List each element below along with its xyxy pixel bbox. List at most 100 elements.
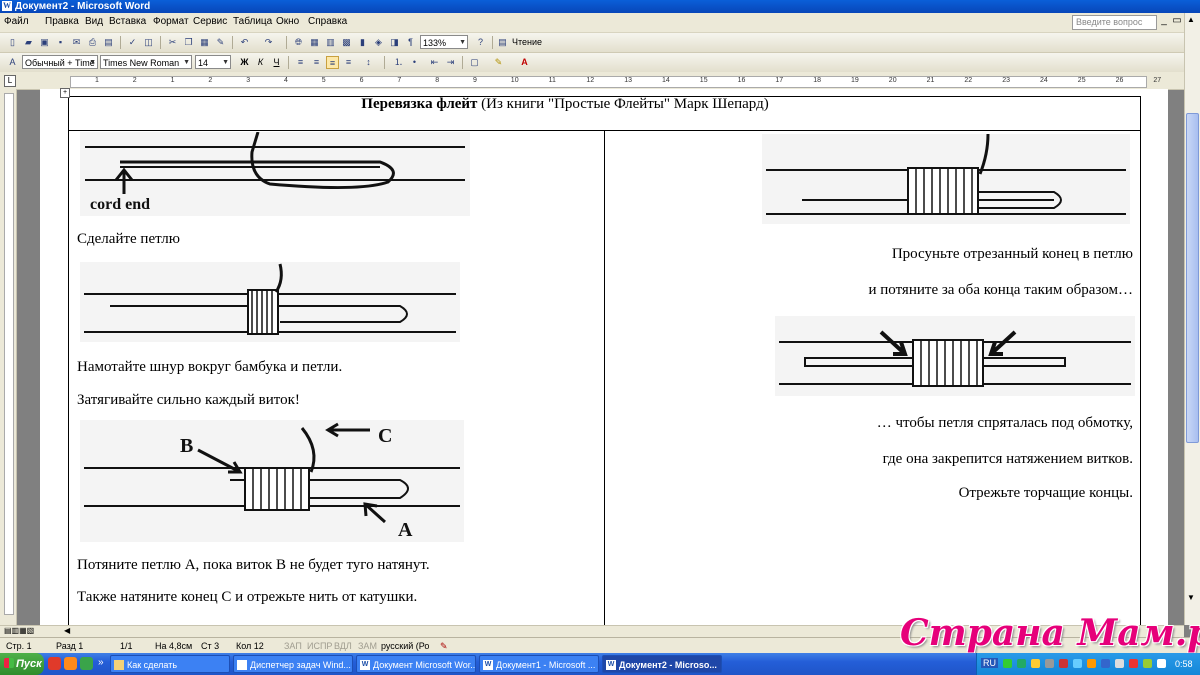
- font-select[interactable]: Times New Roman ▼: [100, 55, 192, 69]
- opera-icon[interactable]: [48, 657, 61, 670]
- menu-file[interactable]: Файл: [4, 16, 29, 27]
- styles-pane-icon[interactable]: A: [6, 56, 19, 69]
- tray-app-icon[interactable]: [1101, 659, 1110, 668]
- volume-icon[interactable]: [1157, 659, 1166, 668]
- chrome-icon[interactable]: [80, 657, 93, 670]
- align-center-icon[interactable]: ≡: [310, 56, 323, 69]
- tray-app-icon[interactable]: [1045, 659, 1054, 668]
- menu-format[interactable]: Формат: [153, 16, 189, 27]
- save-icon[interactable]: ▣: [38, 36, 51, 49]
- numbering-icon[interactable]: ⒈: [392, 56, 405, 69]
- tray-app-icon[interactable]: [1059, 659, 1068, 668]
- highlight-icon[interactable]: ✎: [492, 56, 505, 69]
- research-icon[interactable]: ◫: [142, 36, 155, 49]
- style-select[interactable]: Обычный + Time ▼: [22, 55, 98, 69]
- bold-button[interactable]: Ж: [238, 56, 251, 69]
- tray-app-icon[interactable]: [1017, 659, 1026, 668]
- status-rec[interactable]: ЗАП: [284, 638, 302, 654]
- status-ext[interactable]: ВДЛ: [334, 638, 352, 654]
- vertical-scrollbar[interactable]: ▲ ▼: [1184, 13, 1200, 625]
- tray-app-icon[interactable]: [1143, 659, 1152, 668]
- firefox-icon[interactable]: [64, 657, 77, 670]
- menu-edit[interactable]: Правка: [45, 16, 79, 27]
- decrease-indent-icon[interactable]: ⇤: [428, 56, 441, 69]
- permission-icon[interactable]: ▪: [54, 36, 67, 49]
- menu-window[interactable]: Окно: [276, 16, 299, 27]
- open-icon[interactable]: ▰: [22, 36, 35, 49]
- align-right-icon[interactable]: ≡: [326, 56, 339, 69]
- step-pull-end-c: Также натяните конец С и отрежьте нить о…: [77, 589, 418, 605]
- format-painter-icon[interactable]: ✎: [214, 36, 227, 49]
- align-left-icon[interactable]: ≡: [294, 56, 307, 69]
- redo-icon[interactable]: ↷: [262, 36, 275, 49]
- show-hide-icon[interactable]: ¶: [404, 36, 417, 49]
- tray-app-icon[interactable]: [1087, 659, 1096, 668]
- menu-table[interactable]: Таблица: [233, 16, 272, 27]
- print-preview-icon[interactable]: ▤: [102, 36, 115, 49]
- copy-icon[interactable]: ❐: [182, 36, 195, 49]
- horizontal-ruler[interactable]: L 1 2 1 2 3 4 5 6 7 8 9 10 11 12 13 14 15 16 17 18 19 20 21 22 2…: [0, 72, 1200, 90]
- columns-icon[interactable]: ▮: [356, 36, 369, 49]
- scrollbar-thumb[interactable]: [1186, 113, 1199, 443]
- font-color-icon[interactable]: A: [518, 56, 531, 69]
- print-icon[interactable]: ⎙: [86, 36, 99, 49]
- word-app-icon[interactable]: W: [2, 1, 12, 11]
- read-mode-icon[interactable]: ▤: [496, 36, 509, 49]
- menu-tools[interactable]: Сервис: [193, 16, 227, 27]
- borders-icon[interactable]: ▢: [468, 56, 481, 69]
- clock[interactable]: 0:58: [1175, 653, 1193, 675]
- language-indicator[interactable]: RU: [981, 658, 998, 668]
- vertical-ruler[interactable]: [0, 89, 17, 625]
- task-document1[interactable]: W Документ1 - Microsoft ...: [479, 655, 599, 673]
- underline-button[interactable]: Ч: [270, 56, 283, 69]
- minimize-doc-icon[interactable]: _: [1158, 15, 1170, 27]
- cut-icon[interactable]: ✂: [166, 36, 179, 49]
- italic-button[interactable]: К: [254, 56, 267, 69]
- tray-app-icon[interactable]: [1115, 659, 1124, 668]
- font-size-select[interactable]: 14 ▼: [195, 55, 231, 69]
- tables-borders-icon[interactable]: ▦: [308, 36, 321, 49]
- tray-app-icon[interactable]: [1073, 659, 1082, 668]
- tab-selector-icon[interactable]: L: [4, 75, 16, 87]
- step-fix-by-tension: где она закрепится натяжением витков.: [882, 451, 1133, 467]
- menu-view[interactable]: Вид: [85, 16, 103, 27]
- quick-launch-more-icon[interactable]: »: [98, 657, 104, 668]
- task-task-manager[interactable]: Диспетчер задач Wind...: [233, 655, 353, 673]
- task-folder[interactable]: Как сделать: [110, 655, 230, 673]
- read-mode-button[interactable]: Чтение: [512, 37, 542, 47]
- zoom-select[interactable]: 133% ▼: [420, 35, 468, 49]
- spelling-status-icon[interactable]: ✎: [440, 638, 448, 654]
- undo-icon[interactable]: ↶: [238, 36, 251, 49]
- spelling-icon[interactable]: ✓: [126, 36, 139, 49]
- document-map-icon[interactable]: ◨: [388, 36, 401, 49]
- task-document-word[interactable]: W Документ Microsoft Wor...: [356, 655, 476, 673]
- tray-app-icon[interactable]: [1031, 659, 1040, 668]
- tray-network-icon[interactable]: [1003, 659, 1012, 668]
- hyperlink-icon[interactable]: 🌐︎: [292, 36, 305, 49]
- email-icon[interactable]: ✉: [70, 36, 83, 49]
- increase-indent-icon[interactable]: ⇥: [444, 56, 457, 69]
- new-document-icon[interactable]: ▯: [6, 36, 19, 49]
- ask-question-input[interactable]: Введите вопрос: [1072, 15, 1157, 30]
- bullets-icon[interactable]: •: [408, 56, 421, 69]
- tray-app-icon[interactable]: [1129, 659, 1138, 668]
- drawing-icon[interactable]: ◈: [372, 36, 385, 49]
- view-mode-icons[interactable]: ▤▥▦▧: [4, 626, 34, 635]
- line-spacing-icon[interactable]: ↕: [362, 56, 375, 69]
- help-icon[interactable]: ?: [474, 36, 487, 49]
- insert-table-icon[interactable]: ▥: [324, 36, 337, 49]
- scroll-left-icon[interactable]: ◀: [64, 626, 70, 635]
- insert-excel-icon[interactable]: ▩: [340, 36, 353, 49]
- status-ovr[interactable]: ЗАМ: [358, 638, 377, 654]
- menu-help[interactable]: Справка: [308, 16, 347, 27]
- status-trk[interactable]: ИСПР: [307, 638, 332, 654]
- scroll-down-icon[interactable]: ▼: [1187, 593, 1195, 602]
- justify-icon[interactable]: ≡: [342, 56, 355, 69]
- task-document2[interactable]: W Документ2 - Microso...: [602, 655, 722, 673]
- menu-insert[interactable]: Вставка: [109, 16, 146, 27]
- paste-icon[interactable]: ▦: [198, 36, 211, 49]
- restore-doc-icon[interactable]: ▭: [1171, 15, 1183, 27]
- taskbar: Пуск » Как сделать Диспетчер задач Wind.…: [0, 653, 1200, 675]
- start-button[interactable]: Пуск: [0, 653, 44, 675]
- scroll-up-icon[interactable]: ▲: [1187, 15, 1195, 24]
